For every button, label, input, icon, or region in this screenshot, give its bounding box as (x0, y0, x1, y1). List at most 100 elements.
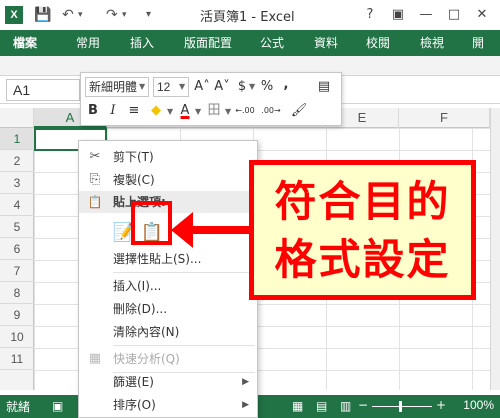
name-box[interactable]: A1 (6, 79, 80, 101)
callout-line-1: 符合目的 (274, 177, 451, 226)
macro-record-icon[interactable]: ▣ (52, 399, 63, 413)
tab-home[interactable]: 常用 (76, 30, 100, 56)
comma-style-icon[interactable]: , (279, 75, 293, 95)
excel-logo-icon: X (5, 6, 23, 24)
tab-view[interactable]: 檢視 (420, 30, 444, 56)
menu-separator (113, 345, 255, 346)
font-color-icon[interactable]: A (177, 101, 193, 121)
grow-font-icon[interactable]: A˄ (193, 77, 211, 97)
menu-item-label: 插入(I)... (113, 279, 162, 293)
vertical-scrollbar[interactable] (490, 108, 500, 390)
help-button[interactable]: ? (356, 4, 384, 26)
row-header[interactable]: 1 (0, 128, 34, 150)
menu-item-sort[interactable]: 排序(O) ▶ (79, 393, 257, 417)
row-header[interactable]: 9 (0, 304, 34, 326)
currency-format-icon[interactable]: $ (235, 77, 249, 97)
callout-line-2: 格式設定 (274, 235, 451, 284)
undo-icon[interactable]: ↶ (62, 5, 74, 25)
callout-box: 符合目的 格式設定 (249, 160, 476, 300)
font-size-dropdown-icon[interactable]: ▼ (179, 82, 185, 91)
row-header[interactable]: 11 (0, 348, 34, 370)
tab-page-layout[interactable]: 版面配置 (184, 30, 232, 56)
decrease-decimal-icon[interactable]: .00→ (259, 101, 283, 121)
redo-icon[interactable]: ↷ (106, 5, 118, 25)
percent-style-icon[interactable]: % (259, 77, 275, 97)
ribbon-display-options-button[interactable]: ▣ (384, 4, 412, 26)
column-header-f[interactable]: F (399, 108, 490, 128)
italic-button[interactable]: I (105, 101, 121, 121)
tab-formulas[interactable]: 公式 (260, 30, 284, 56)
menu-item-label: 篩選(E) (113, 375, 154, 389)
menu-item-label: 複製(C) (113, 173, 155, 187)
fill-color-icon[interactable]: ◆ (147, 101, 165, 121)
save-icon[interactable]: 💾 (34, 5, 51, 25)
menu-item-filter[interactable]: 篩選(E) ▶ (79, 370, 257, 394)
zoom-slider[interactable] (372, 406, 432, 407)
redo-dropdown-icon[interactable]: ▾ (122, 5, 127, 25)
tab-review[interactable]: 校閱 (366, 30, 390, 56)
font-color-dropdown-icon[interactable]: ▼ (195, 107, 201, 116)
bold-button[interactable]: B (85, 101, 101, 121)
menu-separator (113, 272, 255, 273)
clipboard-icon: 📋 (87, 195, 103, 209)
borders-dropdown-icon[interactable]: ▼ (225, 107, 231, 116)
minimize-button[interactable]: — (412, 4, 440, 26)
undo-dropdown-icon[interactable]: ▾ (78, 5, 83, 25)
row-header[interactable]: 6 (0, 238, 34, 260)
page-layout-view-icon[interactable]: ▤ (316, 399, 327, 413)
menu-item-insert[interactable]: 插入(I)... (79, 274, 257, 298)
normal-view-icon[interactable]: ▦ (292, 399, 303, 413)
menu-item-label: 排序(O) (113, 398, 156, 412)
submenu-arrow-icon: ▶ (242, 377, 249, 387)
context-menu: ✂ 剪下(T) ⎘ 複製(C) 📋 貼上選項: 📝 📋 選擇性貼上(S)... … (78, 140, 258, 418)
callout-arrow-shaft (186, 226, 249, 234)
row-header[interactable]: 8 (0, 282, 34, 304)
zoom-in-icon[interactable]: + (436, 398, 446, 412)
quick-analysis-icon: ▦ (88, 351, 102, 366)
format-painter-icon[interactable]: 🖌 (289, 101, 309, 121)
shrink-font-icon[interactable]: A˅ (213, 77, 231, 97)
row-header[interactable]: 3 (0, 172, 34, 194)
select-all-corner[interactable] (0, 108, 34, 128)
row-header[interactable]: 10 (0, 326, 34, 348)
zoom-out-icon[interactable]: − (358, 398, 368, 412)
mini-toolbar: 新細明體 ▼ 12 ▼ A˄ A˅ $ ▼ % , ▤ B I ≡ ◆ ▼ A … (80, 72, 342, 126)
font-name-dropdown-icon[interactable]: ▼ (139, 82, 145, 91)
currency-dropdown-icon[interactable]: ▼ (249, 82, 255, 91)
zoom-slider-thumb[interactable] (399, 401, 402, 412)
maximize-button[interactable]: □ (440, 4, 468, 26)
tab-insert[interactable]: 插入 (130, 30, 154, 56)
menu-item-label: 快速分析(Q) (113, 352, 180, 366)
menu-item-paste-special[interactable]: 選擇性貼上(S)... (79, 247, 257, 271)
ribbon-tabs: 檔案 常用 插入 版面配置 公式 資料 校閱 檢視 開 (0, 30, 500, 56)
align-center-icon[interactable]: ≡ (125, 101, 143, 121)
zoom-level[interactable]: 100% (463, 398, 494, 412)
row-header[interactable]: 7 (0, 260, 34, 282)
customize-qat-icon[interactable]: ▾ (146, 5, 151, 25)
menu-item-clear-contents[interactable]: 清除內容(N) (79, 320, 257, 344)
menu-item-delete[interactable]: 刪除(D)... (79, 297, 257, 321)
row-header[interactable]: 2 (0, 150, 34, 172)
menu-item-copy[interactable]: ⎘ 複製(C) (79, 168, 257, 192)
fill-color-dropdown-icon[interactable]: ▼ (167, 107, 173, 116)
increase-decimal-icon[interactable]: ←.00 (233, 101, 257, 121)
close-button[interactable]: ✕ (468, 4, 496, 26)
status-ready: 就緒 (6, 400, 31, 414)
tab-file[interactable]: 檔案 (0, 30, 50, 56)
menu-item-quick-analysis[interactable]: ▦ 快速分析(Q) (79, 347, 257, 371)
submenu-arrow-icon: ▶ (242, 400, 249, 410)
menu-item-label: 剪下(T) (113, 150, 154, 164)
menu-item-cut[interactable]: ✂ 剪下(T) (79, 145, 257, 169)
row-header[interactable]: 4 (0, 194, 34, 216)
window-title: 活頁簿1 - Excel (200, 10, 295, 25)
tab-developer[interactable]: 開 (472, 30, 484, 56)
row-header[interactable]: 5 (0, 216, 34, 238)
menu-item-label: 清除內容(N) (113, 325, 180, 339)
format-table-icon[interactable]: ▤ (315, 77, 333, 97)
tab-data[interactable]: 資料 (314, 30, 338, 56)
row-headers: 1 2 3 4 5 6 7 8 9 10 11 (0, 128, 34, 390)
page-break-view-icon[interactable]: ▥ (340, 399, 351, 413)
borders-icon[interactable]: 田 (205, 101, 223, 121)
copy-icon: ⎘ (89, 172, 101, 187)
callout-arrow-icon (171, 212, 193, 248)
